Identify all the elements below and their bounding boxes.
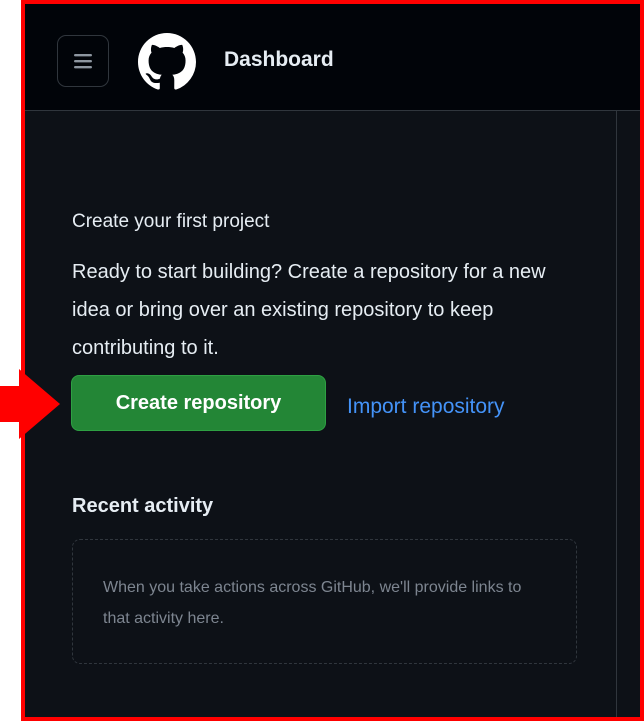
recent-activity-heading: Recent activity: [72, 495, 214, 517]
create-repository-button[interactable]: Create repository: [71, 375, 326, 431]
create-project-heading: Create your first project: [72, 211, 270, 232]
github-logo-icon[interactable]: [138, 33, 196, 91]
top-header: Dashboard: [25, 4, 640, 111]
create-project-description: Ready to start building? Create a reposi…: [72, 261, 546, 359]
import-repository-link[interactable]: Import repository: [347, 395, 505, 419]
hamburger-menu-icon: [74, 54, 92, 69]
page-title: Dashboard: [224, 48, 334, 71]
recent-activity-empty-box: When you take actions across GitHub, we'…: [72, 539, 577, 664]
hamburger-menu-button[interactable]: [57, 35, 109, 87]
screenshot-frame: Dashboard Create your first project Read…: [21, 0, 644, 721]
red-arrow-annotation-icon: [0, 369, 60, 439]
dashboard-sidebar: Create your first project Ready to start…: [25, 111, 617, 717]
recent-activity-empty-text: When you take actions across GitHub, we'…: [103, 579, 522, 627]
